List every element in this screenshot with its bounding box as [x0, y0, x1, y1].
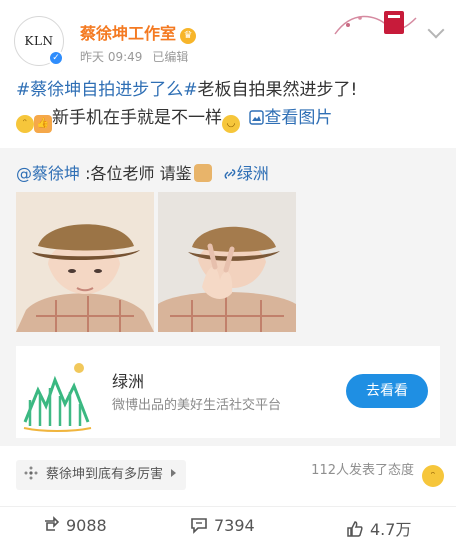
post-image-2[interactable] — [158, 192, 296, 332]
attitude-text[interactable]: 112人发表了态度 — [311, 463, 414, 478]
like-icon — [347, 521, 363, 537]
attitude-summary[interactable]: 112人发表了态度 ᵔ — [311, 459, 444, 487]
chevron-down-icon[interactable] — [427, 21, 445, 39]
hot-topic-chip[interactable]: 蔡徐坤到底有多厉害 — [16, 460, 187, 490]
cat-emoji-icon — [193, 164, 212, 182]
link-icon[interactable] — [223, 167, 237, 181]
comment-button[interactable]: 7394 — [190, 516, 255, 535]
post-header: KLN ✓ 蔡徐坤工作室 ♛ 昨天 09:49 已编辑 — [0, 0, 456, 70]
topic-link[interactable]: #蔡徐坤自拍进步了么# — [16, 80, 198, 100]
repost-body: :各位老师 请鉴 — [85, 164, 192, 183]
comment-icon — [191, 518, 207, 534]
post-time: 昨天 09:49 — [80, 50, 143, 64]
like-count: 4.7万 — [370, 520, 412, 539]
repost-count: 9088 — [66, 516, 107, 535]
grinning-emoji-icon: ᵔ — [16, 115, 34, 133]
chevron-right-icon — [171, 469, 177, 477]
go-see-button[interactable]: 去看看 — [346, 374, 428, 408]
verified-icon: ✓ — [48, 50, 64, 66]
post-image-1[interactable] — [16, 192, 154, 332]
account-name[interactable]: 蔡徐坤工作室 ♛ — [80, 20, 197, 44]
post-content: #蔡徐坤自拍进步了么#老板自拍果然进步了! ᵔ 👍 新手机在手就是不一样 ◡ 查看图片 — [16, 76, 444, 133]
repost-card: @蔡徐坤 :各位老师 请鉴 绿洲 绿洲 微博出品的美好生活社交平台 去看看 — [0, 148, 456, 446]
dots-icon — [24, 466, 38, 480]
oasis-card[interactable]: 绿洲 微博出品的美好生活社交平台 去看看 — [16, 346, 440, 438]
oasis-link[interactable]: 绿洲 — [237, 164, 269, 183]
edit-status: 已编辑 — [152, 50, 189, 64]
like-button[interactable]: 4.7万 — [346, 516, 411, 540]
mention-link[interactable]: @蔡徐坤 — [16, 164, 80, 183]
laugh-emoji-icon: ᵔ — [422, 465, 444, 487]
post-meta: 昨天 09:49 已编辑 — [80, 48, 188, 65]
avatar-text: KLN — [24, 34, 54, 48]
repost-icon — [45, 516, 60, 531]
hot-topic-text[interactable]: 蔡徐坤到底有多厉害 — [46, 467, 163, 482]
post-line2: 新手机在手就是不一样 — [52, 108, 222, 128]
post-line1: 老板自拍果然进步了! — [197, 80, 358, 100]
card-badge-icon — [334, 11, 417, 35]
post-actions-bar: 9088 7394 4.7万 — [0, 506, 456, 550]
image-icon[interactable] — [249, 110, 265, 125]
thumbs-up-emoji-icon: 👍 — [34, 115, 52, 133]
oasis-logo-icon — [16, 346, 98, 438]
account-name-text[interactable]: 蔡徐坤工作室 — [80, 24, 176, 43]
oasis-title: 绿洲 — [112, 372, 145, 391]
repost-button[interactable]: 9088 — [42, 516, 107, 535]
view-images-link[interactable]: 查看图片 — [264, 108, 332, 128]
comment-count: 7394 — [214, 516, 255, 535]
oasis-subtitle: 微博出品的美好生活社交平台 — [112, 398, 282, 413]
repost-text: @蔡徐坤 :各位老师 请鉴 绿洲 — [16, 160, 269, 184]
sly-smile-emoji-icon: ◡ — [222, 115, 240, 133]
crown-icon: ♛ — [180, 28, 197, 44]
